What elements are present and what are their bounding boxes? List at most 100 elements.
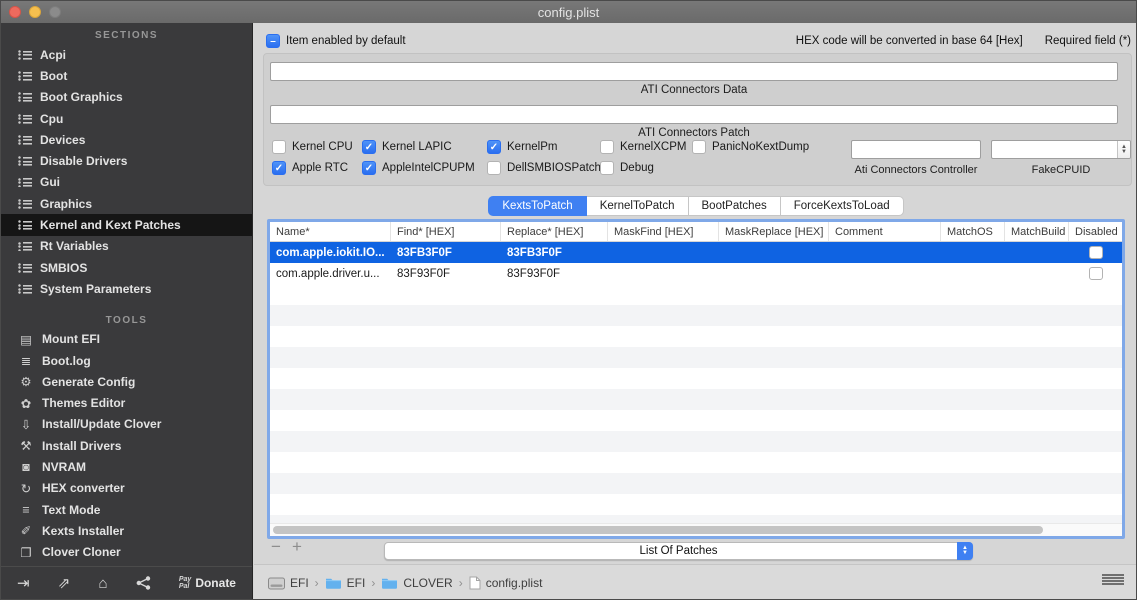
sidebar-item-boot[interactable]: Boot [1,65,252,86]
app-window: config.plist SECTIONS Acpi Boot Boot Gra… [0,0,1137,600]
sidebar-item-rt-variables[interactable]: Rt Variables [1,236,252,257]
sidebar-item-gui[interactable]: Gui [1,172,252,193]
hex-hint-text: HEX code will be converted in base 64 [H… [795,35,1023,47]
tab-kextstopatch[interactable]: KextsToPatch [488,196,587,216]
fakecpuid-stepper[interactable]: ▲ ▼ [1117,141,1130,158]
col-comment[interactable]: Comment [829,222,941,241]
home-icon[interactable]: ⌂ [98,575,107,592]
breadcrumb-efi-folder[interactable]: EFI [325,576,365,590]
export-icon[interactable]: ⇗ [58,574,71,592]
col-name[interactable]: Name* [270,222,391,241]
col-matchbuild[interactable]: MatchBuild [1005,222,1069,241]
sidebar-item-kernel-and-kext-patches[interactable]: Kernel and Kext Patches [1,214,252,236]
main-content: – Item enabled by default HEX code will … [254,23,1136,599]
breadcrumb-separator: › [458,576,463,590]
menu-icon[interactable] [1102,574,1124,585]
sections-header: SECTIONS [94,30,159,41]
tool-mount-efi[interactable]: ▤ Mount EFI [1,329,252,350]
ati-connectors-patch-input[interactable] [270,105,1118,124]
minimize-window-button[interactable] [29,6,41,18]
tool-clover-cloner[interactable]: ❐ Clover Cloner [1,542,252,563]
dellsmbiospatch-checkbox[interactable]: ✓DellSMBIOSPatch [487,161,601,175]
tool-text-mode[interactable]: ≡ Text Mode [1,499,252,520]
breadcrumb-separator: › [371,576,376,590]
col-replace[interactable]: Replace* [HEX] [501,222,608,241]
col-maskfind[interactable]: MaskFind [HEX] [608,222,719,241]
sidebar-item-devices[interactable]: Devices [1,129,252,150]
tab-kerneltopatch[interactable]: KernelToPatch [586,196,689,216]
tool-kexts-installer[interactable]: ✐ Kexts Installer [1,520,252,541]
list-icon [18,134,32,145]
disk-icon [268,577,285,589]
palette-icon: ✿ [20,396,32,411]
import-icon[interactable]: ⇥ [17,574,30,592]
traffic-lights [9,6,61,18]
row-disabled-checkbox[interactable]: ✓ [1088,267,1103,280]
table-header: Name* Find* [HEX] Replace* [HEX] MaskFin… [270,222,1122,242]
ati-connectors-data-label: ATI Connectors Data [640,84,748,96]
sidebar-item-system-parameters[interactable]: System Parameters [1,278,252,299]
breadcrumb-config-file[interactable]: config.plist [469,576,542,590]
table-row[interactable]: com.apple.iokit.IO... 83FB3F0F 83FB3F0F … [270,242,1122,263]
sidebar-item-disable-drivers[interactable]: Disable Drivers [1,150,252,171]
add-row-button[interactable]: + [292,537,302,557]
kernelxcpm-checkbox[interactable]: ✓KernelXCPM [600,140,686,154]
chip-icon: ◙ [22,459,30,474]
ati-connectors-data-input[interactable] [270,62,1118,81]
breadcrumb-clover-folder[interactable]: CLOVER [381,576,453,590]
close-window-button[interactable] [9,6,21,18]
sidebar-item-acpi[interactable]: Acpi [1,44,252,65]
tool-install-drivers[interactable]: ⚒ Install Drivers [1,435,252,456]
share-icon[interactable] [136,576,151,590]
apple-rtc-checkbox[interactable]: ✓ Apple RTC [272,161,348,175]
horizontal-scrollbar[interactable] [270,523,1122,536]
col-disabled[interactable]: Disabled [1069,222,1122,241]
table-row[interactable]: com.apple.driver.u... 83F93F0F 83F93F0F … [270,263,1122,284]
convert-icon: ↻ [20,481,32,496]
list-icon [18,241,32,252]
tool-generate-config[interactable]: ⚙ Generate Config [1,371,252,392]
folder-icon [325,578,341,589]
kernel-cpu-checkbox[interactable]: ✓Kernel CPU [272,140,353,154]
tool-install-update-clover[interactable]: ⇩ Install/Update Clover [1,414,252,435]
kernelpm-checkbox[interactable]: ✓ KernelPm [487,140,558,154]
sidebar-item-boot-graphics[interactable]: Boot Graphics [1,87,252,108]
ati-connectors-panel: ATI Connectors Data ATI Connectors Patch… [263,53,1132,186]
panicnokextdump-checkbox[interactable]: ✓PanicNoKextDump [692,140,809,154]
fakecpuid-input[interactable] [991,140,1131,159]
tab-forcekextstoload[interactable]: ForceKextsToLoad [780,196,904,216]
col-maskreplace[interactable]: MaskReplace [HEX] [719,222,829,241]
debug-checkbox[interactable]: ✓Debug [600,161,654,175]
fakecpuid-label: FakeCPUID [1031,164,1091,176]
remove-row-button[interactable]: − [271,537,281,557]
item-enabled-checkbox[interactable]: – [266,34,280,48]
donate-button[interactable]: Pay Pal Donate [179,576,236,590]
list-of-patches-dropdown[interactable]: List Of Patches ▲ ▼ [384,542,973,560]
ati-connectors-patch-label: ATI Connectors Patch [638,127,750,139]
tool-hex-converter[interactable]: ↻ HEX converter [1,478,252,499]
breadcrumb-volume[interactable]: EFI [268,576,309,590]
list-icon [18,283,32,294]
sidebar: SECTIONS Acpi Boot Boot Graphics Cpu Dev… [1,23,253,599]
kernel-lapic-checkbox[interactable]: ✓ Kernel LAPIC [362,140,452,154]
scrollbar-thumb[interactable] [273,526,1043,534]
col-find[interactable]: Find* [HEX] [391,222,501,241]
ati-connectors-controller-input[interactable] [851,140,981,159]
list-icon [18,70,32,81]
zoom-window-button[interactable] [49,6,61,18]
list-icon [18,220,32,231]
col-matchos[interactable]: MatchOS [941,222,1005,241]
tool-nvram[interactable]: ◙ NVRAM [1,456,252,477]
sidebar-item-cpu[interactable]: Cpu [1,108,252,129]
drive-icon: ▤ [20,332,32,347]
sidebar-item-smbios[interactable]: SMBIOS [1,257,252,278]
list-icon [18,92,32,103]
appleintelcpupm-checkbox[interactable]: ✓ AppleIntelCPUPM [362,161,475,175]
ati-connectors-controller-label: Ati Connectors Controller [854,164,978,176]
tool-themes-editor[interactable]: ✿ Themes Editor [1,392,252,413]
tool-boot-log[interactable]: ≣ Boot.log [1,350,252,371]
tab-bootpatches[interactable]: BootPatches [688,196,781,216]
row-disabled-checkbox[interactable]: ✓ [1088,246,1103,259]
sidebar-item-graphics[interactable]: Graphics [1,193,252,214]
gears-icon: ⚙ [20,375,32,390]
